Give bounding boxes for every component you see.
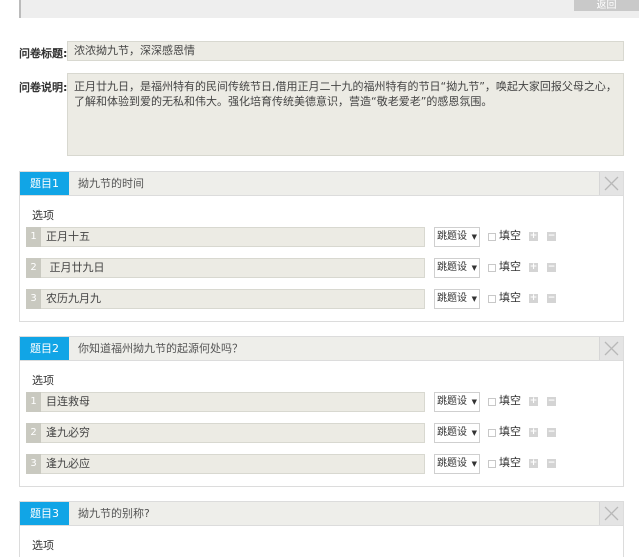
- dropdown-caret-icon: ▼: [471, 295, 477, 303]
- fill-blank-checkbox[interactable]: [488, 295, 496, 303]
- option-index: 1: [26, 227, 41, 247]
- remove-option-icon[interactable]: −: [547, 232, 556, 241]
- option-index: 3: [26, 289, 41, 309]
- add-option-icon[interactable]: +: [529, 397, 538, 406]
- options-label: 选项: [32, 539, 54, 552]
- jump-setting-label: 跳题设: [437, 427, 467, 438]
- fill-blank-label: 填空: [499, 229, 521, 242]
- question-header: 题目1 拗九节的时间: [20, 172, 623, 196]
- fill-blank-label: 填空: [499, 260, 521, 273]
- jump-setting-select[interactable]: 跳题设 ▼: [434, 423, 480, 443]
- jump-setting-label: 跳题设: [437, 458, 467, 469]
- option-text-input[interactable]: 逢九必应: [41, 454, 425, 474]
- jump-setting-label: 跳题设: [437, 262, 467, 273]
- fill-blank-checkbox[interactable]: [488, 460, 496, 468]
- close-icon[interactable]: [599, 502, 623, 525]
- fill-blank-checkbox[interactable]: [488, 233, 496, 241]
- option-text-input[interactable]: 逢九必穷: [41, 423, 425, 443]
- option-index: 2: [26, 258, 41, 278]
- survey-description-textarea[interactable]: 正月廿九日，是福州特有的民间传统节日,借用正月二十九的福州特有的节日“拗九节”，…: [67, 73, 624, 156]
- question-title[interactable]: 你知道福州拗九节的起源何处吗？: [78, 337, 243, 360]
- remove-option-icon[interactable]: −: [547, 428, 556, 437]
- jump-setting-select[interactable]: 跳题设 ▼: [434, 454, 480, 474]
- jump-setting-label: 跳题设: [437, 396, 467, 407]
- jump-setting-select[interactable]: 跳题设 ▼: [434, 258, 480, 278]
- option-text-input[interactable]: 农历九月九: [41, 289, 425, 309]
- option-index: 1: [26, 392, 41, 412]
- jump-setting-label: 跳题设: [437, 293, 467, 304]
- add-option-icon[interactable]: +: [529, 428, 538, 437]
- add-option-icon[interactable]: +: [529, 294, 538, 303]
- remove-option-icon[interactable]: −: [547, 397, 556, 406]
- question-title[interactable]: 拗九节的别称?: [78, 502, 150, 525]
- option-index: 2: [26, 423, 41, 443]
- jump-setting-select[interactable]: 跳题设 ▼: [434, 289, 480, 309]
- options-label: 选项: [32, 374, 54, 387]
- jump-setting-label: 跳题设: [437, 231, 467, 242]
- add-option-icon[interactable]: +: [529, 232, 538, 241]
- option-text-input[interactable]: 目连救母: [41, 392, 425, 412]
- fill-blank-checkbox[interactable]: [488, 264, 496, 272]
- question-number-tab[interactable]: 题目3: [20, 502, 69, 525]
- question-card-3: 题目3 拗九节的别称? 选项: [19, 501, 624, 557]
- remove-option-icon[interactable]: −: [547, 294, 556, 303]
- question-number-tab[interactable]: 题目1: [20, 172, 69, 195]
- question-card-1: 题目1 拗九节的时间 选项 1 正月十五 跳题设 ▼ 填空 + − 2 正月廿九日…: [19, 171, 624, 322]
- options-label: 选项: [32, 209, 54, 222]
- survey-title-label: 问卷标题:: [19, 47, 68, 60]
- fill-blank-label: 填空: [499, 291, 521, 304]
- back-button[interactable]: 返回: [574, 0, 639, 11]
- fill-blank-label: 填空: [499, 394, 521, 407]
- close-icon[interactable]: [599, 337, 623, 360]
- survey-description-label: 问卷说明:: [19, 81, 68, 94]
- dropdown-caret-icon: ▼: [471, 233, 477, 241]
- add-option-icon[interactable]: +: [529, 459, 538, 468]
- close-icon[interactable]: [599, 172, 623, 195]
- option-index: 3: [26, 454, 41, 474]
- dropdown-caret-icon: ▼: [471, 460, 477, 468]
- fill-blank-label: 填空: [499, 425, 521, 438]
- remove-option-icon[interactable]: −: [547, 459, 556, 468]
- dropdown-caret-icon: ▼: [471, 429, 477, 437]
- fill-blank-checkbox[interactable]: [488, 398, 496, 406]
- jump-setting-select[interactable]: 跳题设 ▼: [434, 227, 480, 247]
- dropdown-caret-icon: ▼: [471, 264, 477, 272]
- question-number-tab[interactable]: 题目2: [20, 337, 69, 360]
- question-header: 题目3 拗九节的别称?: [20, 502, 623, 526]
- jump-setting-select[interactable]: 跳题设 ▼: [434, 392, 480, 412]
- option-text-input[interactable]: 正月廿九日: [41, 258, 425, 278]
- survey-title-input[interactable]: 浓浓拗九节，深深感恩情: [67, 41, 624, 61]
- question-card-2: 题目2 你知道福州拗九节的起源何处吗？ 选项 1 目连救母 跳题设 ▼ 填空 + …: [19, 336, 624, 487]
- fill-blank-checkbox[interactable]: [488, 429, 496, 437]
- question-title[interactable]: 拗九节的时间: [78, 172, 144, 195]
- add-option-icon[interactable]: +: [529, 263, 538, 272]
- dropdown-caret-icon: ▼: [471, 398, 477, 406]
- top-bar: 返回: [19, 0, 639, 18]
- question-header: 题目2 你知道福州拗九节的起源何处吗？: [20, 337, 623, 361]
- remove-option-icon[interactable]: −: [547, 263, 556, 272]
- option-text-input[interactable]: 正月十五: [41, 227, 425, 247]
- fill-blank-label: 填空: [499, 456, 521, 469]
